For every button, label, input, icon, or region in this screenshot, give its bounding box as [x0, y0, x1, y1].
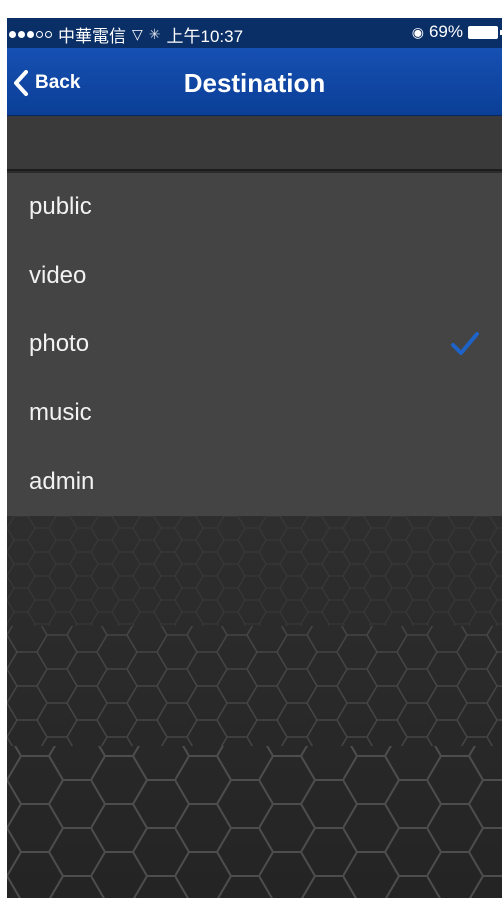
list-item-label: video — [29, 261, 87, 289]
navigation-bar: Back Destination — [7, 48, 502, 116]
list-item-video[interactable]: video — [7, 242, 502, 311]
list-item-music[interactable]: music — [7, 379, 502, 448]
status-time: 上午10:37 — [166, 27, 244, 46]
list-item-label: public — [29, 193, 92, 221]
hexagon-grid — [7, 516, 502, 898]
activity-spinner-icon: ✳ — [148, 26, 161, 42]
list-item-admin[interactable]: admin — [7, 447, 502, 516]
wifi-icon: ▽ — [132, 26, 143, 42]
hexagon-pattern-background — [7, 516, 502, 898]
list-item-public[interactable]: public — [7, 173, 502, 242]
page-title: Destination — [183, 68, 326, 98]
list-item-photo[interactable]: photo — [7, 310, 502, 379]
carrier-name: 中華電信 — [58, 27, 126, 46]
app-screen: 中華電信 ▽ ✳ 上午10:37 ◉ 69% Back Destination … — [7, 18, 502, 898]
status-right: ◉ 69% — [411, 22, 502, 42]
signal-strength-icon — [9, 31, 52, 38]
status-left: 中華電信 ▽ ✳ 上午10:37 — [9, 22, 243, 47]
alarm-icon: ◉ — [411, 23, 424, 40]
battery-icon — [468, 25, 502, 39]
checkmark-icon — [451, 332, 479, 356]
list-item-label: music — [29, 399, 92, 427]
list-item-label: admin — [29, 467, 95, 495]
status-bar: 中華電信 ▽ ✳ 上午10:37 ◉ 69% — [7, 18, 502, 48]
battery-percent: 69% — [428, 22, 463, 41]
list-item-label: photo — [29, 330, 90, 358]
destination-list: public video photo music admin — [7, 173, 502, 516]
section-header — [7, 116, 502, 171]
